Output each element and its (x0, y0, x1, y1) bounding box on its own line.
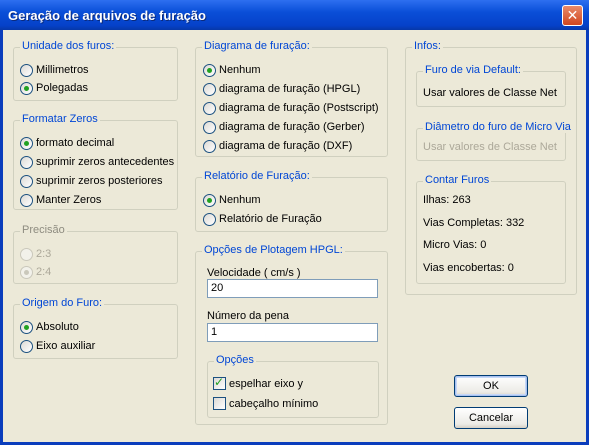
vias-completas-count: Vias Completas: 332 (423, 217, 525, 229)
group-contar-furos: Contar Furos Ilhas: 263 Vias Completas: … (416, 174, 566, 284)
group-precisao: Precisão 2:3 2:4 (13, 224, 178, 284)
radio-indicator[interactable] (20, 194, 33, 207)
radio-indicator[interactable] (203, 64, 216, 77)
radio-indicator[interactable] (20, 266, 33, 279)
group-furo-via-legend: Furo de via Default: (423, 64, 523, 76)
pena-input[interactable]: 1 (207, 323, 378, 342)
radio-indicator[interactable] (203, 102, 216, 115)
radio-label: Relatório de Furação (219, 213, 322, 225)
radio-label: suprimir zeros antecedentes (36, 156, 175, 168)
cancelar-button[interactable]: Cancelar (454, 407, 528, 429)
window-title: Geração de arquivos de furação (8, 8, 206, 23)
group-unidade-legend: Unidade dos furos: (20, 40, 117, 52)
radio-label: 2:4 (36, 266, 52, 278)
radio-indicator[interactable] (203, 194, 216, 207)
group-relatorio: Relatório de Furação: Nenhum Relatório d… (195, 170, 388, 232)
close-button[interactable]: ✕ (562, 5, 583, 26)
group-opcoes-legend: Opções (214, 354, 256, 366)
radio-label: Nenhum (219, 64, 261, 76)
vias-encobertas-count: Vias encobertas: 0 (423, 262, 514, 274)
group-infos-legend: Infos: (412, 40, 443, 52)
group-hpgl-legend: Opções de Plotagem HPGL: (202, 244, 345, 256)
radio-indicator[interactable] (203, 121, 216, 134)
radio-indicator[interactable] (20, 82, 33, 95)
radio-label: Millimetros (36, 64, 89, 76)
group-origem: Origem do Furo: Absoluto Eixo auxiliar (13, 297, 178, 359)
dialog-client-area: Unidade dos furos: Millimetros Polegadas… (3, 30, 586, 442)
velocidade-input[interactable]: 20 (207, 279, 378, 298)
group-micro-via: Diâmetro do furo de Micro Via Usar valor… (416, 121, 573, 161)
radio-label: diagrama de furação (Gerber) (219, 121, 365, 133)
micro-vias-count: Micro Vias: 0 (423, 239, 487, 251)
radio-indicator[interactable] (203, 83, 216, 96)
group-opcoes: Opções espelhar eixo y cabeçalho mínimo (207, 354, 379, 418)
pena-label: Número da pena (207, 310, 289, 322)
group-formatar-legend: Formatar Zeros (20, 113, 100, 125)
group-formatar-zeros: Formatar Zeros formato decimal suprimir … (13, 113, 178, 210)
group-contar-legend: Contar Furos (423, 174, 492, 186)
radio-label: Nenhum (219, 194, 261, 206)
radio-label: Absoluto (36, 321, 79, 333)
checkbox-indicator[interactable] (213, 375, 226, 390)
title-bar[interactable]: Geração de arquivos de furação ✕ (0, 0, 589, 30)
ok-button[interactable]: OK (454, 375, 528, 397)
radio-indicator[interactable] (20, 321, 33, 334)
radio-label: suprimir zeros posteriores (36, 175, 163, 187)
radio-label: diagrama de furação (Postscript) (219, 102, 379, 114)
group-precisao-legend: Precisão (20, 224, 67, 236)
group-origem-legend: Origem do Furo: (20, 297, 105, 309)
group-infos: Infos: Furo de via Default: Usar valores… (405, 40, 577, 295)
checkbox-label: espelhar eixo y (229, 378, 303, 390)
checkbox-label: cabeçalho mínimo (229, 398, 319, 410)
group-diagrama: Diagrama de furação: Nenhum diagrama de … (195, 40, 388, 157)
group-hpgl: Opções de Plotagem HPGL: Velocidade ( cm… (195, 244, 388, 425)
radio-label: diagrama de furação (HPGL) (219, 83, 361, 95)
dialog-window: Geração de arquivos de furação ✕ Unidade… (0, 0, 589, 445)
group-micro-via-legend: Diâmetro do furo de Micro Via (423, 121, 573, 133)
group-furo-via: Furo de via Default: Usar valores de Cla… (416, 64, 566, 107)
micro-via-value: Usar valores de Classe Net (423, 141, 557, 153)
radio-label: 2:3 (36, 248, 52, 260)
radio-label: diagrama de furação (DXF) (219, 140, 353, 152)
radio-indicator[interactable] (20, 137, 33, 150)
ilhas-count: Ilhas: 263 (423, 194, 471, 206)
radio-indicator[interactable] (20, 175, 33, 188)
group-relatorio-legend: Relatório de Furação: (202, 170, 312, 182)
radio-label: Eixo auxiliar (36, 340, 96, 352)
radio-indicator[interactable] (20, 64, 33, 77)
radio-label: Polegadas (36, 82, 88, 94)
furo-via-value: Usar valores de Classe Net (423, 87, 557, 99)
radio-indicator[interactable] (203, 140, 216, 153)
group-diagrama-legend: Diagrama de furação: (202, 40, 312, 52)
checkbox-indicator[interactable] (213, 397, 226, 410)
radio-indicator[interactable] (203, 213, 216, 226)
group-unidade: Unidade dos furos: Millimetros Polegadas (13, 40, 178, 101)
radio-label: Manter Zeros (36, 194, 102, 206)
radio-indicator[interactable] (20, 156, 33, 169)
velocidade-label: Velocidade ( cm/s ) (207, 267, 301, 279)
radio-indicator[interactable] (20, 248, 33, 261)
radio-label: formato decimal (36, 137, 115, 149)
radio-indicator[interactable] (20, 340, 33, 353)
